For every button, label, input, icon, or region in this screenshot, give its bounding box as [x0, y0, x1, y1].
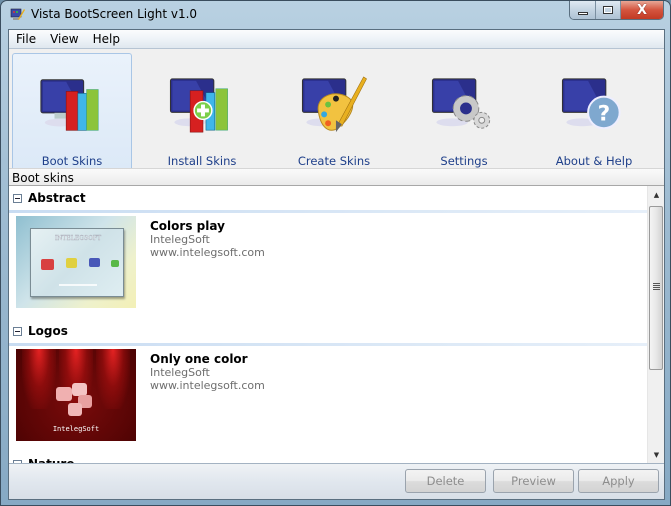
scroll-down-button[interactable]: ▼	[648, 446, 664, 463]
menu-view[interactable]: View	[43, 30, 85, 49]
arrow-down-icon: ▼	[653, 450, 660, 459]
action-bar: Delete Preview Apply	[9, 463, 664, 499]
thumb-caption: IntelegSoft	[53, 425, 99, 433]
skins-list: Abstract INTELEGSOFT Colors play Inteleg…	[9, 186, 664, 463]
skin-info: Colors play IntelegSoft www.intelegsoft.…	[150, 216, 265, 319]
app-icon	[10, 8, 25, 20]
section-header: Boot skins	[9, 168, 664, 186]
monitor-books-icon	[40, 79, 99, 131]
monitor-palette-icon	[301, 76, 367, 133]
close-icon: X	[636, 2, 648, 18]
skin-url: www.intelegsoft.com	[150, 379, 265, 392]
tool-create-skins[interactable]: Create Skins	[274, 53, 394, 168]
window-title: Vista BootScreen Light v1.0	[31, 7, 198, 21]
scroll-up-button[interactable]: ▲	[648, 186, 664, 203]
caption-buttons: X	[569, 1, 664, 20]
skin-item[interactable]: IntelegSoft Only one color IntelegSoft w…	[9, 346, 647, 452]
group-title: Logos	[28, 324, 68, 338]
main-toolbar: Boot Skins Install Skins Create Skins Se…	[9, 49, 664, 168]
delete-button[interactable]: Delete	[405, 469, 486, 493]
thumbnail-card: INTELEGSOFT	[30, 228, 124, 297]
monitor-books-plus-icon	[169, 78, 228, 133]
skin-author: IntelegSoft	[150, 233, 210, 246]
skin-name: Only one color	[150, 352, 248, 366]
tool-label: Create Skins	[297, 154, 371, 168]
skin-info: Only one color IntelegSoft www.intelegso…	[150, 349, 265, 452]
puzzle-pieces-icon: INTELEGSOFT	[41, 235, 119, 286]
skin-name: Colors play	[150, 219, 225, 233]
maximize-button[interactable]	[596, 1, 621, 19]
skin-thumbnail: INTELEGSOFT	[16, 216, 136, 308]
monitor-help-icon: ?	[561, 78, 621, 130]
maximize-icon	[603, 6, 613, 14]
group-header-abstract: Abstract	[9, 186, 647, 210]
arrow-up-icon: ▲	[653, 190, 660, 199]
tool-settings[interactable]: Settings	[404, 53, 524, 168]
menu-bar: File View Help	[9, 30, 664, 49]
app-window: Vista BootScreen Light v1.0 X File View …	[0, 0, 671, 506]
tool-label: About & Help	[555, 154, 633, 168]
menu-file[interactable]: File	[9, 30, 43, 49]
group-header-nature: Nature	[9, 452, 647, 463]
client-area: File View Help Boot Skins Install Skins …	[8, 29, 665, 500]
skin-thumbnail: IntelegSoft	[16, 349, 136, 441]
tool-label: Install Skins	[167, 154, 237, 168]
tool-label: Settings	[440, 154, 488, 168]
svg-text:?: ?	[598, 101, 611, 126]
skin-author: IntelegSoft	[150, 366, 210, 379]
grip-icon	[653, 283, 660, 291]
skin-url: www.intelegsoft.com	[150, 246, 265, 259]
minimize-button[interactable]	[570, 1, 596, 19]
skin-item[interactable]: INTELEGSOFT Colors play IntelegSoft www.…	[9, 213, 647, 319]
apply-button[interactable]: Apply	[578, 469, 659, 493]
preview-button[interactable]: Preview	[493, 469, 574, 493]
minimize-icon	[577, 11, 588, 15]
collapse-icon[interactable]	[13, 193, 22, 203]
group-header-logos: Logos	[9, 319, 647, 343]
menu-help[interactable]: Help	[86, 30, 127, 49]
collapse-icon[interactable]	[13, 326, 22, 336]
monitor-gears-icon	[431, 78, 491, 129]
group-title: Abstract	[28, 191, 86, 205]
thumb-caption: INTELEGSOFT	[55, 235, 101, 242]
puzzle-pieces-icon: IntelegSoft	[53, 383, 99, 433]
close-button[interactable]: X	[621, 1, 663, 19]
tool-label: Boot Skins	[41, 154, 103, 168]
title-bar[interactable]: Vista BootScreen Light v1.0 X	[1, 1, 670, 29]
scroll-thumb[interactable]	[649, 206, 663, 370]
tool-about-help[interactable]: ? About & Help	[534, 53, 654, 168]
tool-boot-skins[interactable]: Boot Skins	[12, 53, 132, 168]
skins-list-content: Abstract INTELEGSOFT Colors play Inteleg…	[9, 186, 647, 463]
tool-install-skins[interactable]: Install Skins	[142, 53, 262, 168]
vertical-scrollbar[interactable]: ▲ ▼	[647, 186, 664, 463]
